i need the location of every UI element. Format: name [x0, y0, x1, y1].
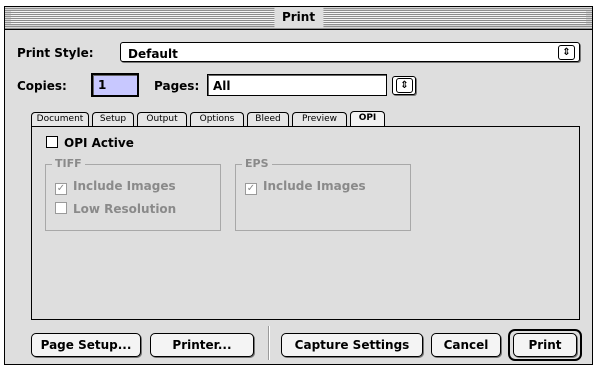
print-style-label: Print Style: [17, 46, 94, 60]
opi-active-checkbox[interactable]: OPI Active [46, 136, 134, 150]
eps-group-title: EPS [242, 157, 272, 170]
checkbox-box [55, 202, 67, 214]
tiff-group-title: TIFF [52, 157, 85, 170]
copies-field[interactable]: 1 [91, 73, 139, 97]
checkmark-icon: ✓ [55, 183, 67, 195]
pages-field[interactable]: All [207, 74, 387, 96]
pages-popup[interactable]: ⇕ [392, 76, 416, 95]
page-setup-button[interactable]: Page Setup... [31, 333, 141, 357]
title-bar[interactable]: Print [5, 7, 592, 30]
copies-value: 1 [98, 78, 107, 92]
tab-options[interactable]: Options [190, 112, 244, 126]
tab-opi[interactable]: OPI [350, 111, 385, 127]
up-down-arrows-icon: ⇕ [558, 45, 575, 60]
tiff-include-images-label: Include Images [73, 179, 176, 193]
checkmark-icon: ✓ [245, 183, 257, 195]
tab-output[interactable]: Output [137, 112, 187, 126]
opi-panel: OPI Active TIFF ✓ Include Images Low Reso… [31, 126, 580, 320]
copies-label: Copies: [17, 79, 67, 93]
opi-active-label: OPI Active [64, 136, 134, 150]
capture-settings-button[interactable]: Capture Settings [281, 333, 423, 357]
print-button[interactable]: Print [513, 333, 577, 357]
tab-preview[interactable]: Preview [292, 112, 347, 126]
eps-include-images-label: Include Images [263, 179, 366, 193]
tab-document[interactable]: Document [31, 112, 89, 126]
pages-value: All [213, 79, 231, 93]
checkbox-box [46, 136, 58, 148]
eps-group: EPS ✓ Include Images [235, 157, 411, 231]
print-style-popup[interactable]: Default ⇕ [120, 42, 580, 62]
tab-bleed[interactable]: Bleed [247, 112, 289, 126]
window-title: Print [273, 7, 324, 28]
printer-button[interactable]: Printer... [150, 333, 254, 357]
tiff-low-resolution-label: Low Resolution [73, 202, 177, 216]
cancel-button[interactable]: Cancel [431, 333, 501, 357]
pages-label: Pages: [154, 79, 200, 93]
tiff-low-resolution-checkbox[interactable]: Low Resolution [55, 202, 176, 216]
tiff-include-images-checkbox[interactable]: ✓ Include Images [55, 179, 176, 195]
eps-include-images-checkbox[interactable]: ✓ Include Images [245, 179, 366, 195]
tab-setup[interactable]: Setup [92, 112, 134, 126]
tiff-group: TIFF ✓ Include Images Low Resolution [45, 157, 221, 231]
up-down-arrows-icon: ⇕ [396, 78, 413, 93]
print-style-value: Default [128, 47, 178, 61]
button-separator [268, 326, 269, 360]
